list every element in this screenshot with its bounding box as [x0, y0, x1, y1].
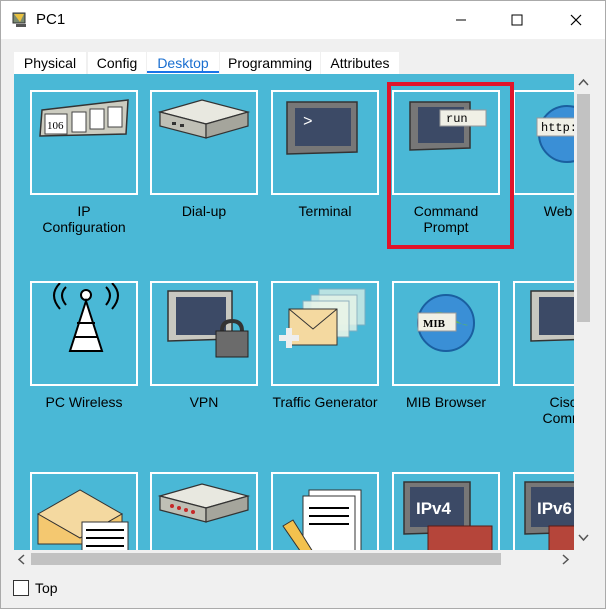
app-tile: run [392, 90, 500, 195]
ipv4-firewall-app[interactable]: IPv4 [376, 456, 500, 550]
scroll-up-icon[interactable] [578, 78, 589, 86]
mib-text: MIB [423, 318, 446, 330]
desktop-apps-grid: 106 IP Configuration Dial-up > Terminal … [14, 74, 574, 550]
ip-configuration-app[interactable]: 106 IP Configuration [14, 74, 138, 250]
window-title: PC1 [36, 11, 66, 28]
app-tile [30, 281, 138, 386]
app-tile: > [271, 90, 379, 195]
desktop-panel: 106 IP Configuration Dial-up > Terminal … [14, 74, 593, 550]
scroll-left-icon[interactable] [17, 554, 25, 565]
app-label: Web Br [543, 203, 573, 219]
app-tile [513, 281, 574, 386]
command-prompt-icon: run [409, 101, 487, 151]
traffic-generator-icon [279, 288, 366, 348]
app-tile: IPv6 [513, 472, 574, 550]
app-tile [150, 281, 258, 386]
horizontal-scrollbar[interactable] [14, 550, 593, 568]
top-checkbox[interactable] [13, 580, 29, 596]
terminal-prompt-text: > [303, 113, 313, 131]
pc1-window: PC1 Physical Config Desktop Programming … [0, 0, 606, 609]
vpn-app[interactable]: VPN [134, 265, 258, 441]
web-browser-icon: http: [536, 105, 574, 163]
ipv6-firewall-icon: IPv6 [524, 481, 574, 550]
terminal-app[interactable]: > Terminal [255, 74, 379, 250]
pppoe-dialer-app[interactable] [134, 456, 258, 550]
app-label: MIB Browser [405, 394, 487, 410]
text-editor-icon [282, 489, 362, 550]
minimize-icon [456, 19, 466, 21]
ipv4-text: IPv4 [416, 499, 452, 518]
app-label: PC Wireless [45, 394, 123, 410]
tab-programming[interactable]: Programming [220, 52, 320, 74]
terminal-icon: > [286, 101, 358, 155]
ipv6-firewall-app[interactable]: IPv6 [497, 456, 574, 550]
cisco-communicator-icon [530, 290, 574, 342]
http-text: http: [541, 121, 574, 135]
tab-config[interactable]: Config [88, 52, 146, 74]
vpn-lock-icon [167, 290, 249, 358]
app-tile [271, 281, 379, 386]
maximize-button[interactable] [494, 1, 540, 39]
command-prompt-app[interactable]: run Command Prompt [376, 74, 500, 250]
app-label: Dial-up [181, 203, 227, 219]
app-tile [30, 472, 138, 550]
mib-browser-app[interactable]: MIB MIB Browser [376, 265, 500, 441]
ip-config-icon: 106 [39, 99, 129, 137]
ip-text: 106 [47, 120, 64, 132]
app-tile: http: [513, 90, 574, 195]
app-label: Traffic Generator [272, 394, 378, 410]
pc-wireless-app[interactable]: PC Wireless [14, 265, 138, 441]
tab-physical[interactable]: Physical [14, 52, 86, 74]
horizontal-scroll-thumb[interactable] [31, 553, 501, 565]
app-tile [150, 472, 258, 550]
close-icon [570, 14, 582, 26]
ipv4-firewall-icon: IPv4 [403, 481, 493, 550]
app-label: Terminal [298, 203, 352, 219]
vertical-scrollbar[interactable] [574, 74, 593, 550]
vertical-scroll-thumb[interactable] [577, 94, 590, 322]
web-browser-app[interactable]: http: Web Br [497, 74, 574, 250]
app-label: VPN [189, 394, 219, 410]
app-tile [150, 90, 258, 195]
top-label: Top [35, 580, 58, 596]
email-app[interactable] [14, 456, 138, 550]
text-editor-app[interactable] [255, 456, 379, 550]
tab-attributes[interactable]: Attributes [321, 52, 399, 74]
pppoe-dialer-icon [157, 483, 251, 523]
app-tile: MIB [392, 281, 500, 386]
app-label: IP Configuration [42, 203, 126, 235]
app-tile [271, 472, 379, 550]
scroll-right-icon[interactable] [562, 554, 570, 565]
cisco-communicator-app[interactable]: Cisco Commu [497, 265, 574, 441]
mib-browser-icon: MIB [417, 294, 475, 352]
email-icon [36, 489, 129, 550]
dial-up-app[interactable]: Dial-up [134, 74, 258, 250]
scroll-down-icon[interactable] [578, 534, 589, 542]
app-tile: IPv4 [392, 472, 500, 550]
traffic-generator-app[interactable]: Traffic Generator [255, 265, 379, 441]
ipv6-text: IPv6 [537, 499, 572, 518]
app-label: Command Prompt [413, 203, 479, 235]
app-label: Cisco Commu [542, 394, 574, 426]
active-tab-indicator [147, 71, 219, 73]
dialup-modem-icon [157, 99, 251, 139]
app-tile: 106 [30, 90, 138, 195]
packet-tracer-pc-icon [12, 12, 26, 27]
maximize-icon [511, 14, 523, 26]
wireless-antenna-icon [53, 282, 119, 352]
minimize-button[interactable] [438, 1, 484, 39]
close-button[interactable] [553, 1, 599, 39]
title-bar: PC1 [1, 1, 605, 39]
run-text: run [446, 112, 468, 126]
